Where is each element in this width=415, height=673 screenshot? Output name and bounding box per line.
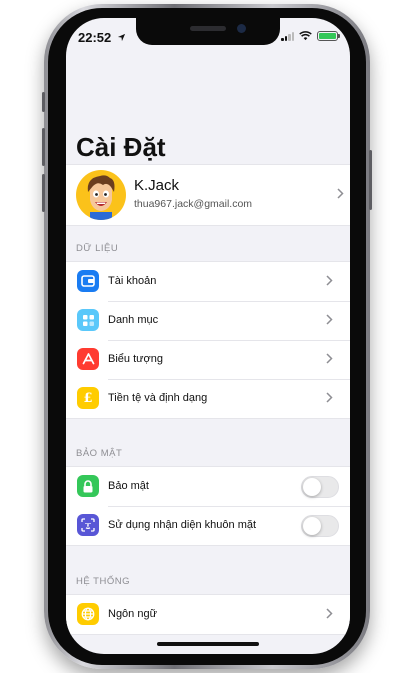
battery-icon xyxy=(317,31,340,41)
settings-item-icons[interactable]: Biểu tượng xyxy=(66,340,350,379)
power-button xyxy=(369,150,372,210)
chevron-right-icon xyxy=(326,353,333,364)
settings-item-label: Bảo mật xyxy=(108,480,149,492)
wifi-icon xyxy=(299,31,312,41)
app-store-icon xyxy=(77,348,99,370)
toggle-knob xyxy=(303,517,321,535)
volume-up-button xyxy=(42,128,45,166)
page-title: Cài Đặt xyxy=(76,132,166,162)
settings-item-categories[interactable]: Danh mục xyxy=(66,301,350,340)
home-indicator[interactable] xyxy=(157,642,259,646)
profile-row[interactable]: K.Jack thua967.jack@gmail.com xyxy=(66,164,350,226)
section-label-security: BẢO MẬT xyxy=(76,448,123,459)
chevron-right-icon xyxy=(326,314,333,325)
chevron-right-icon xyxy=(326,392,333,403)
toggle-knob xyxy=(303,478,321,496)
status-time: 22:52 xyxy=(78,30,126,45)
front-camera xyxy=(237,24,246,33)
settings-item-label: Danh mục xyxy=(108,314,159,326)
settings-item-language[interactable]: Ngôn ngữ xyxy=(66,595,350,634)
settings-item-label: Sử dụng nhận diện khuôn mặt xyxy=(108,519,257,531)
settings-item-label: Biểu tượng xyxy=(108,353,163,365)
lock-icon xyxy=(77,475,99,497)
settings-item-accounts[interactable]: Tài khoản xyxy=(66,262,350,301)
avatar xyxy=(76,170,126,220)
screen: 22:52 Cài Đặt K.Jack thua967.jack@gmail.… xyxy=(66,18,350,654)
profile-email: thua967.jack@gmail.com xyxy=(134,198,253,210)
chevron-right-icon xyxy=(326,275,333,286)
profile-name: K.Jack xyxy=(134,177,180,194)
speaker-grille xyxy=(190,26,226,31)
time-text: 22:52 xyxy=(78,30,112,45)
settings-item-security: Bảo mật xyxy=(66,467,350,506)
section-label-data: DỮ LIỆU xyxy=(76,243,119,254)
chevron-right-icon xyxy=(326,608,333,619)
security-toggle[interactable] xyxy=(301,476,339,498)
globe-icon xyxy=(77,603,99,625)
chevron-right-icon xyxy=(337,188,344,199)
security-group: Bảo mật Sử dụng nhận diện khuôn mặt xyxy=(66,466,350,546)
category-icon xyxy=(77,309,99,331)
section-label-system: HỆ THỐNG xyxy=(76,576,130,587)
pound-currency-icon: £ xyxy=(77,387,99,409)
settings-item-face-id: Sử dụng nhận diện khuôn mặt xyxy=(66,506,350,545)
wallet-icon xyxy=(77,270,99,292)
location-arrow-icon xyxy=(117,33,125,42)
face-id-icon xyxy=(77,514,99,536)
volume-down-button xyxy=(42,174,45,212)
status-icons xyxy=(281,31,340,41)
cellular-signal-icon xyxy=(281,31,294,41)
settings-item-label: Tài khoản xyxy=(108,275,157,287)
face-id-toggle[interactable] xyxy=(301,515,339,537)
settings-item-label: Ngôn ngữ xyxy=(108,608,157,620)
cartoon-avatar-icon xyxy=(87,175,115,220)
mute-switch xyxy=(42,92,45,112)
notch xyxy=(136,18,280,45)
system-group: Ngôn ngữ xyxy=(66,594,350,635)
settings-item-label: Tiền tệ và định dạng xyxy=(108,392,208,404)
settings-item-currency-format[interactable]: £ Tiền tệ và định dạng xyxy=(66,379,350,418)
data-group: Tài khoản Danh mục Biểu tượng £ Tiền tệ … xyxy=(66,261,350,419)
